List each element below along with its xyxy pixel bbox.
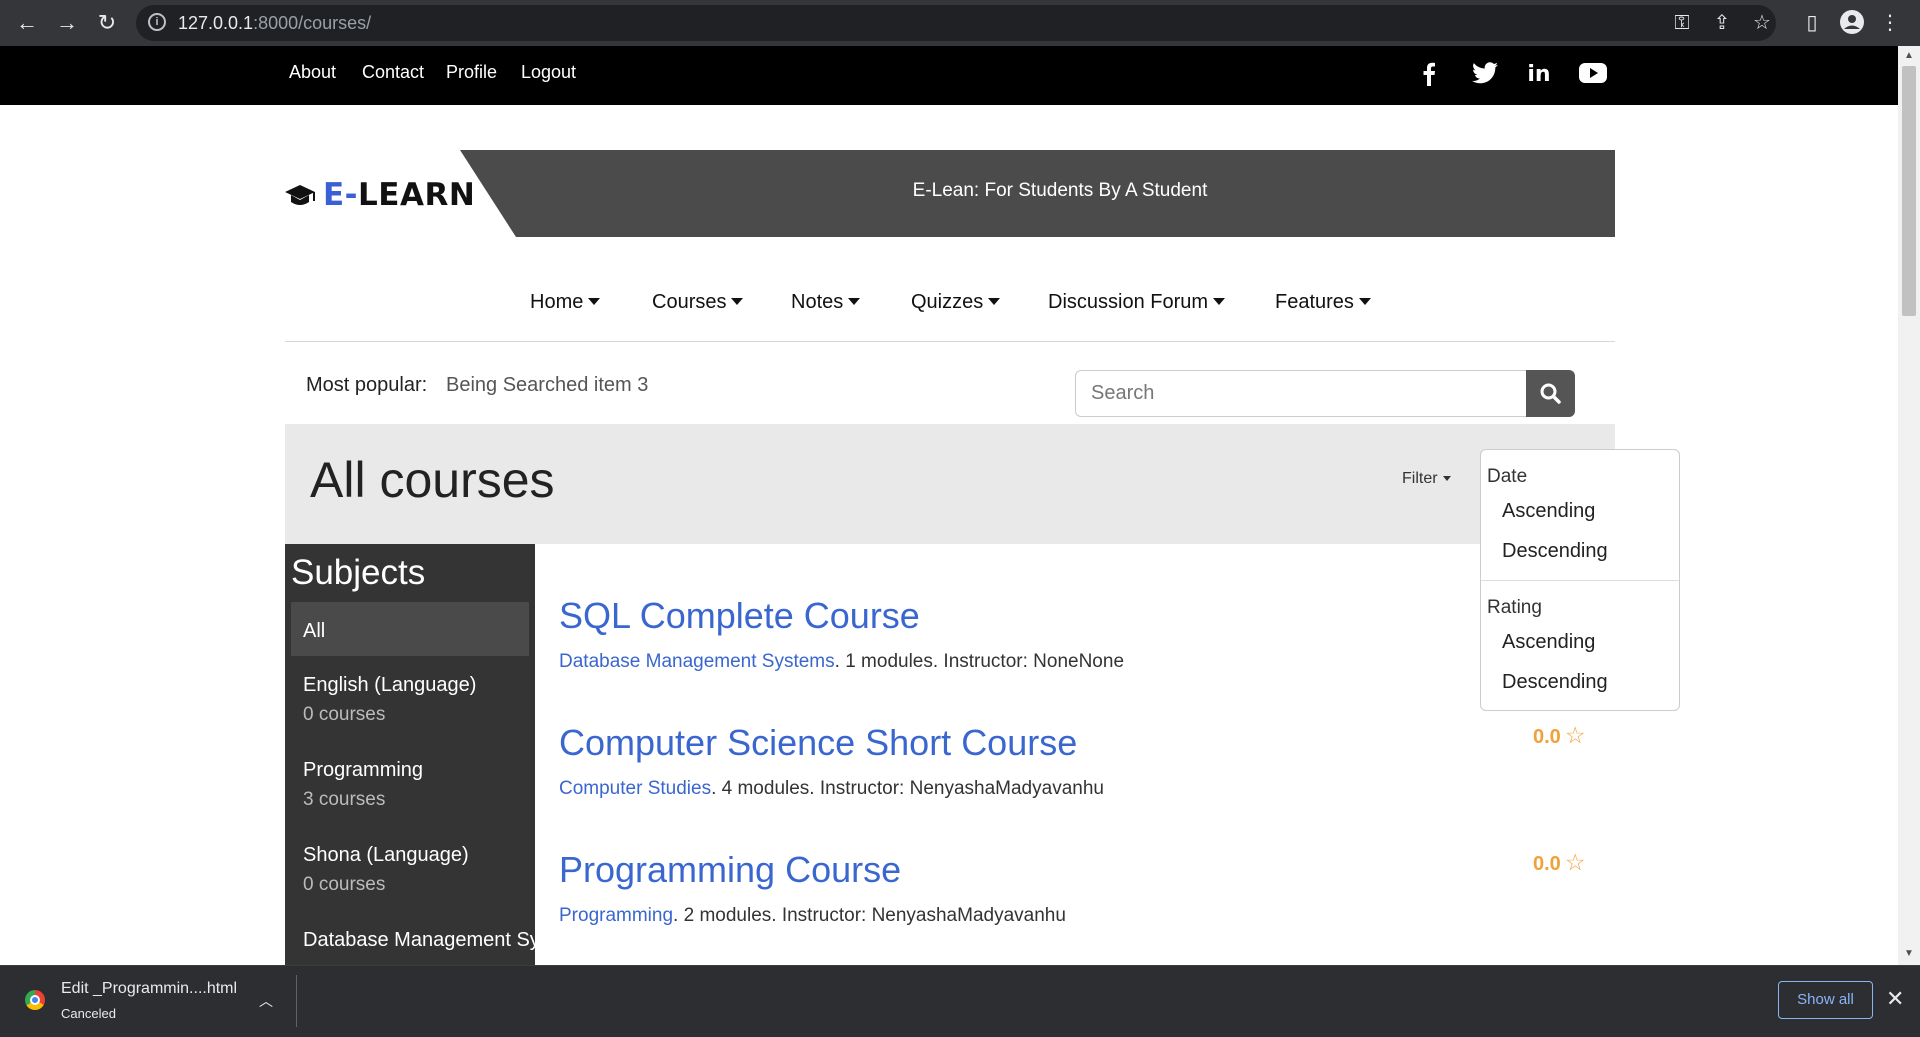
subject-count: 0 courses (303, 874, 386, 895)
course-title-link[interactable]: Computer Science Short Course (559, 722, 1077, 764)
forward-icon[interactable]: → (52, 8, 82, 38)
chevron-up-icon[interactable]: ︿ (259, 991, 273, 1011)
course-meta: Computer Studies. 4 modules. Instructor:… (559, 778, 1104, 799)
caret-down-icon (1213, 298, 1226, 305)
address-bar[interactable]: i 127.0.0.1:8000/courses/ (136, 5, 1776, 41)
twitter-icon[interactable] (1470, 62, 1500, 88)
download-shelf (0, 965, 1920, 1037)
nav-divider (285, 341, 1615, 342)
course-meta: Database Management Systems. 1 modules. … (559, 651, 1125, 672)
nav-home[interactable]: Home (530, 291, 601, 314)
page-title: All courses (310, 452, 555, 508)
most-popular-item[interactable]: Being Searched item 3 (446, 374, 648, 397)
nav-notes[interactable]: Notes (791, 291, 861, 314)
course-rating: 0.0 ☆ (1533, 849, 1586, 875)
caret-down-icon (1442, 476, 1451, 481)
topbar-link-contact[interactable]: Contact (362, 62, 424, 83)
back-icon[interactable]: ← (12, 8, 42, 38)
youtube-icon[interactable] (1578, 62, 1608, 88)
course-title-link[interactable]: SQL Complete Course (559, 595, 920, 637)
linkedin-icon[interactable]: in (1524, 62, 1554, 88)
facebook-icon[interactable] (1414, 62, 1444, 88)
search-icon (1540, 383, 1561, 404)
course-subject-link[interactable]: Database Management Systems (559, 651, 835, 672)
url-text[interactable]: 127.0.0.1:8000/courses/ (178, 13, 371, 34)
filter-header-rating: Rating (1487, 597, 1542, 618)
star-icon: ☆ (1564, 722, 1586, 748)
subject-count: 0 courses (303, 704, 386, 725)
subject-item-shona[interactable]: Shona (Language) (303, 844, 469, 867)
chrome-icon (25, 990, 45, 1010)
topbar-link-about[interactable]: About (289, 62, 336, 83)
bookmark-star-icon[interactable]: ☆ (1748, 9, 1776, 37)
course-rating: 0.0 ☆ (1533, 722, 1586, 748)
filter-date-descending[interactable]: Descending (1502, 540, 1608, 563)
filter-header-date: Date (1487, 466, 1528, 487)
nav-discussion-forum[interactable]: Discussion Forum (1048, 291, 1226, 314)
topbar-link-logout[interactable]: Logout (521, 62, 576, 83)
graduation-cap-icon (284, 183, 316, 216)
show-all-downloads-button[interactable]: Show all (1778, 981, 1873, 1019)
star-icon: ☆ (1564, 849, 1586, 875)
subject-item-database-management[interactable]: Database Management Systems (303, 929, 593, 952)
caret-down-icon (1358, 298, 1371, 305)
site-info-icon[interactable]: i (148, 13, 166, 31)
subjects-heading: Subjects (291, 553, 426, 592)
most-popular-label: Most popular: (306, 374, 428, 396)
filter-dropdown-button[interactable]: Filter (1402, 470, 1451, 488)
caret-down-icon (588, 298, 601, 305)
filter-rating-descending[interactable]: Descending (1502, 671, 1608, 694)
caret-down-icon (731, 298, 744, 305)
course-subject-link[interactable]: Programming (559, 905, 673, 926)
subject-all-label[interactable]: All (303, 620, 325, 643)
reload-icon[interactable]: ↻ (92, 8, 122, 38)
side-panel-icon[interactable]: ▯ (1798, 9, 1826, 37)
subject-item-english[interactable]: English (Language) (303, 674, 476, 697)
scrollbar-thumb[interactable] (1902, 66, 1916, 316)
filter-date-ascending[interactable]: Ascending (1502, 500, 1595, 523)
top-bar (0, 46, 1898, 105)
nav-quizzes[interactable]: Quizzes (911, 291, 1001, 314)
site-logo[interactable]: E-LEARN (323, 177, 475, 213)
download-filename[interactable]: Edit _Programmin....html (61, 980, 237, 998)
profile-icon[interactable] (1838, 9, 1866, 37)
caret-down-icon (988, 298, 1001, 305)
nav-features[interactable]: Features (1275, 291, 1371, 314)
course-title-link[interactable]: Programming Course (559, 849, 901, 891)
dropdown-divider (1481, 580, 1679, 581)
key-icon[interactable]: ⚿ (1668, 9, 1696, 37)
search-button[interactable] (1526, 370, 1575, 417)
scroll-down-arrow-icon[interactable]: ▼ (1900, 948, 1918, 959)
site-tagline: E-Lean: For Students By A Student (912, 180, 1208, 201)
subject-count: 3 courses (303, 789, 386, 810)
topbar-link-profile[interactable]: Profile (446, 62, 497, 83)
nav-courses[interactable]: Courses (652, 291, 744, 314)
subject-item-all[interactable] (291, 602, 529, 656)
menu-kebab-icon[interactable]: ⋮ (1876, 9, 1904, 37)
search-input[interactable] (1075, 370, 1527, 417)
subject-item-programming[interactable]: Programming (303, 759, 423, 782)
shelf-divider (296, 975, 297, 1027)
download-status: Canceled (61, 1006, 116, 1021)
course-meta: Programming. 2 modules. Instructor: Neny… (559, 905, 1066, 926)
share-icon[interactable]: ⇪ (1708, 9, 1736, 37)
course-subject-link[interactable]: Computer Studies (559, 778, 711, 799)
scroll-up-arrow-icon[interactable]: ▲ (1900, 50, 1918, 61)
caret-down-icon (848, 298, 861, 305)
filter-rating-ascending[interactable]: Ascending (1502, 631, 1595, 654)
close-icon[interactable]: ✕ (1886, 986, 1904, 1012)
